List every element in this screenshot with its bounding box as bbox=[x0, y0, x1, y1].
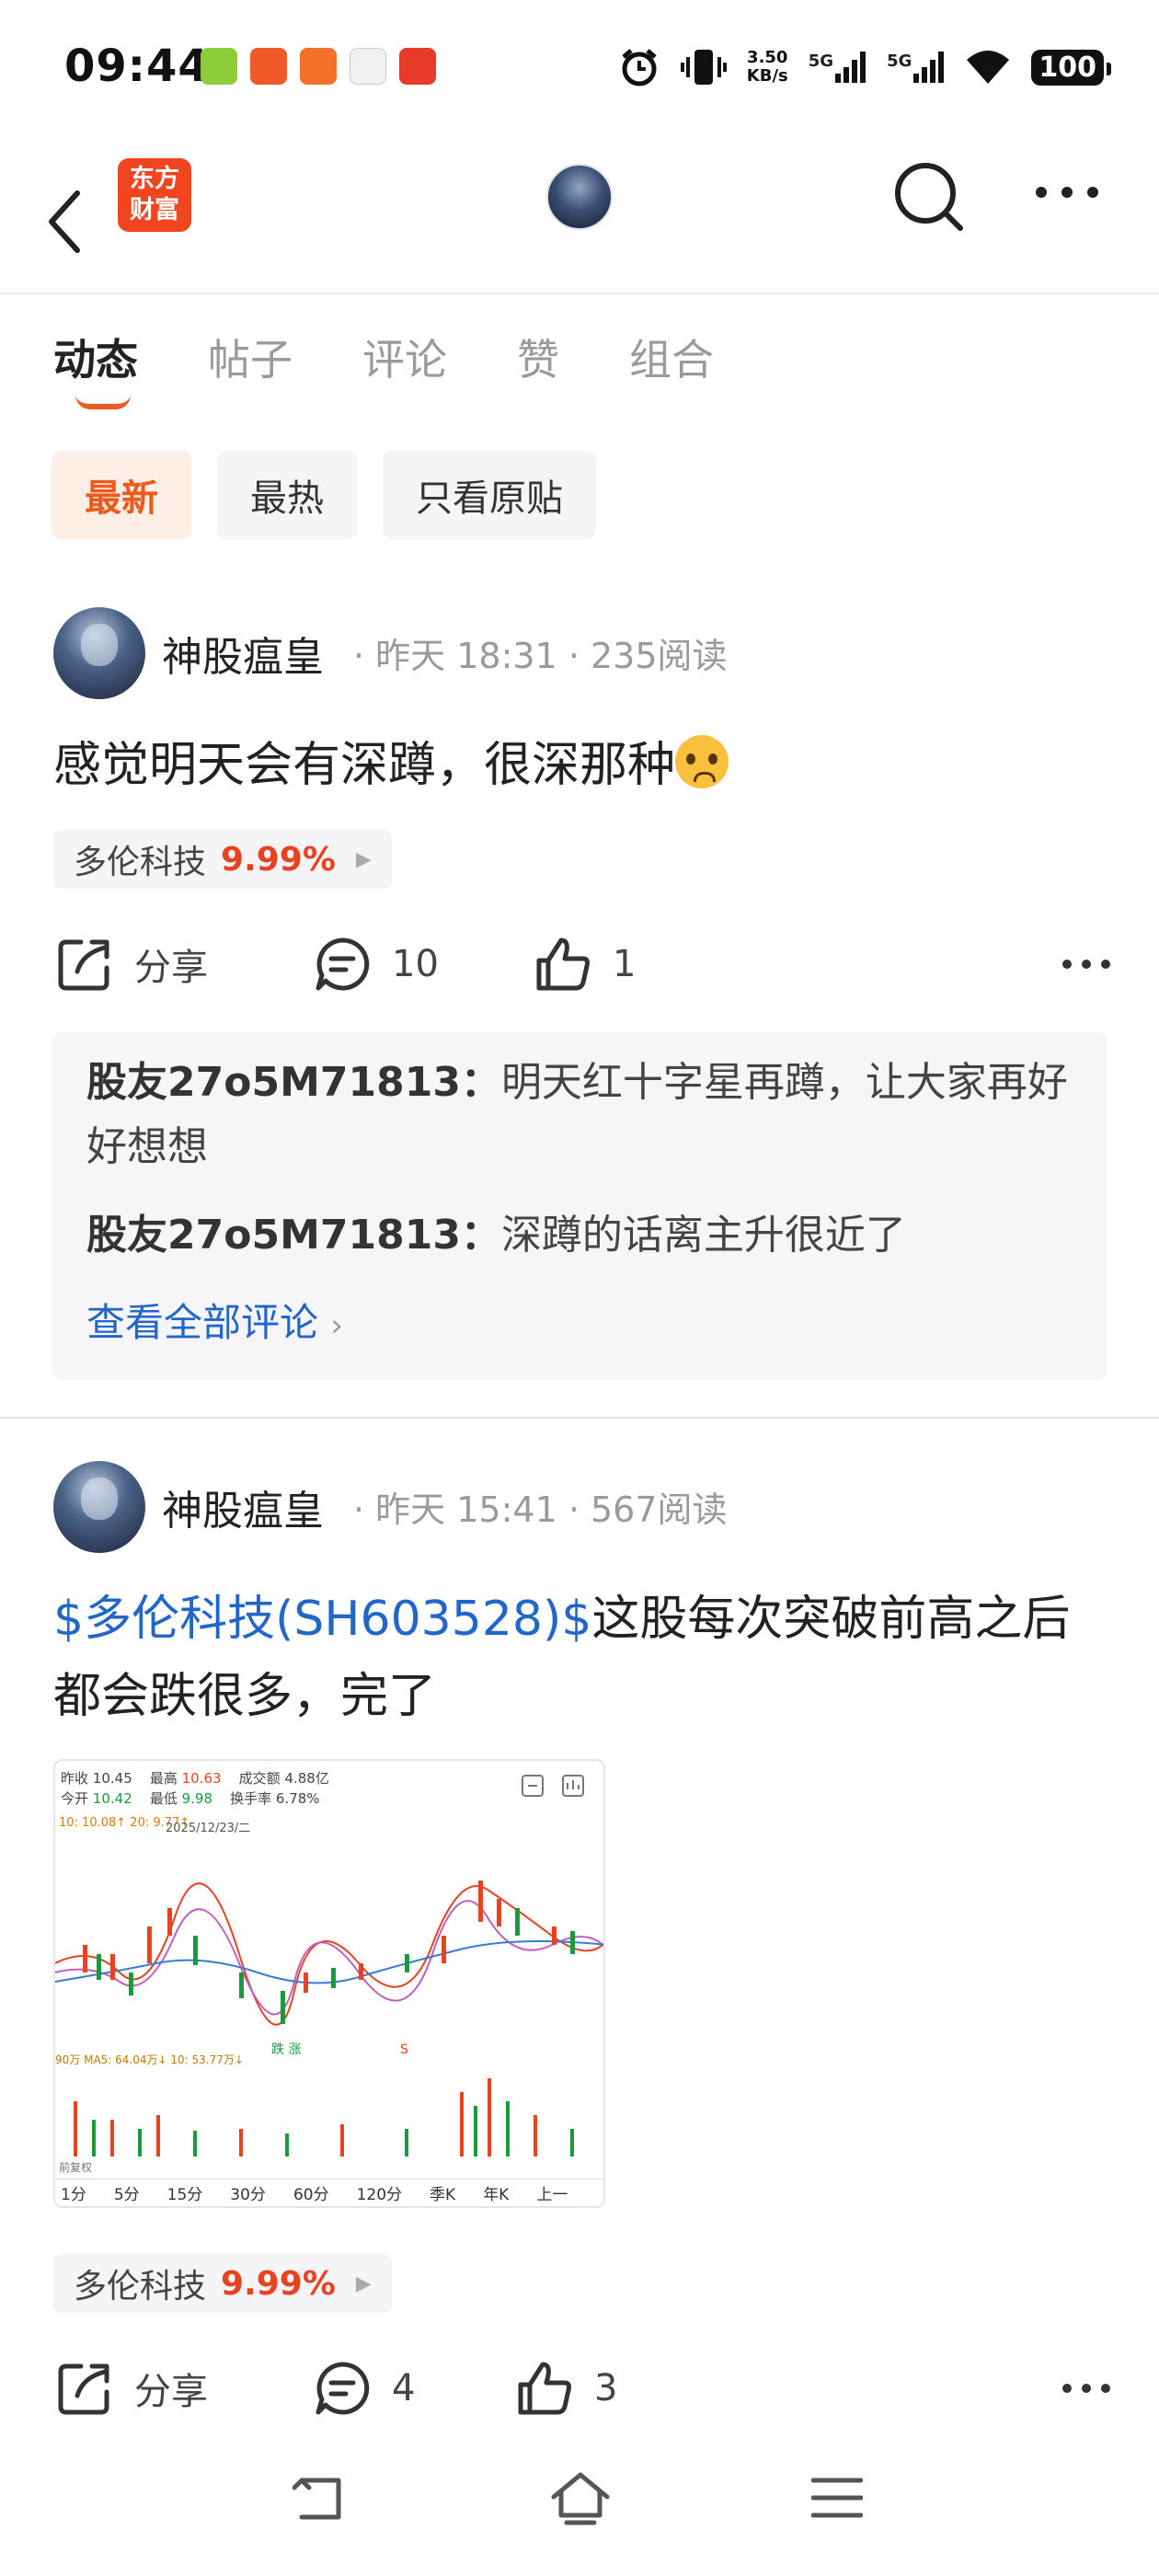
period-bar: 1分 5分 15分 30分 60分 120分 季K 年K 上一 bbox=[55, 2179, 603, 2206]
share-icon bbox=[58, 939, 109, 991]
view-all-comments-link[interactable]: 查看全部评论 › bbox=[86, 1292, 343, 1348]
pleading-face-emoji-icon bbox=[675, 735, 729, 788]
stock-chart-image[interactable]: 昨收 10.45 最高 10.63 成交额 4.88亿 今开 10.42 最低 … bbox=[53, 1759, 605, 2208]
svg-text:S: S bbox=[400, 2042, 408, 2057]
thumbs-up-icon bbox=[518, 2362, 571, 2415]
post-more-icon[interactable] bbox=[1061, 959, 1111, 970]
post-meta: · 昨天 15:41 · 567阅读 bbox=[353, 1489, 728, 1530]
fuquan-label: 前复权 bbox=[59, 2161, 93, 2174]
share-icon bbox=[58, 2363, 109, 2415]
post-actions: 分享 4 3 bbox=[53, 2352, 1111, 2425]
share-button[interactable]: 分享 bbox=[55, 2352, 208, 2425]
post-meta: · 昨天 18:31 · 235阅读 bbox=[353, 636, 728, 676]
stock-tag[interactable]: 多伦科技 9.99% ▶ bbox=[53, 830, 392, 889]
comment-button[interactable]: 10 bbox=[313, 927, 439, 1001]
comment-icon bbox=[316, 2362, 370, 2415]
menu-nav-icon[interactable] bbox=[811, 2475, 863, 2521]
post-more-icon[interactable] bbox=[1061, 2383, 1111, 2394]
post-card[interactable]: 神股瘟皇 · 昨天 18:31 · 235阅读 感觉明天会有深蹲，很深那种 多伦… bbox=[0, 0, 1159, 1417]
system-nav-bar bbox=[0, 2447, 1159, 2576]
post-text[interactable]: $多伦科技(SH603528)$这股每次突破前高之后都会跌很多，完了 bbox=[53, 1581, 1111, 1735]
post-text[interactable]: 感觉明天会有深蹲，很深那种 bbox=[53, 727, 1111, 804]
comment-item[interactable]: 股友27o5M71813：深蹲的话离主升很近了 bbox=[86, 1203, 1080, 1268]
post-divider bbox=[0, 1417, 1159, 1419]
chart-date: 2025/12/23/二 bbox=[166, 1822, 251, 1835]
stock-tag[interactable]: 多伦科技 9.99% ▶ bbox=[53, 2254, 392, 2313]
chart-toolbar-icons bbox=[522, 1775, 584, 1797]
share-button[interactable]: 分享 bbox=[55, 927, 208, 1001]
volume-bars bbox=[74, 2078, 574, 2156]
comment-button[interactable]: 4 bbox=[313, 2352, 415, 2425]
like-button[interactable]: 3 bbox=[515, 2352, 617, 2425]
comment-icon bbox=[316, 937, 370, 991]
author-name[interactable]: 神股瘟皇 bbox=[162, 624, 324, 683]
stock-link[interactable]: $多伦科技(SH603528)$ bbox=[53, 1592, 591, 1647]
author-avatar[interactable] bbox=[53, 1461, 145, 1553]
svg-text:跌 涨: 跌 涨 bbox=[271, 2042, 301, 2057]
comment-item[interactable]: 股友27o5M71813：明天红十字星再蹲，让大家再好好想想 bbox=[86, 1051, 1080, 1179]
thumbs-up-icon bbox=[536, 937, 590, 991]
post-actions: 分享 10 1 bbox=[53, 927, 1111, 1001]
candlestick-chart: 跌 涨 S bbox=[55, 1880, 603, 2057]
comment-preview-box[interactable]: 股友27o5M71813：明天红十字星再蹲，让大家再好好想想 股友27o5M71… bbox=[52, 1032, 1107, 1380]
author-name[interactable]: 神股瘟皇 bbox=[162, 1478, 324, 1536]
back-nav-icon[interactable] bbox=[293, 2473, 348, 2524]
author-avatar[interactable] bbox=[53, 607, 145, 699]
like-button[interactable]: 1 bbox=[534, 927, 636, 1001]
home-nav-icon[interactable] bbox=[548, 2469, 613, 2526]
chart-header: 昨收 10.45 最高 10.63 成交额 4.88亿 今开 10.42 最低 … bbox=[61, 1770, 329, 1807]
